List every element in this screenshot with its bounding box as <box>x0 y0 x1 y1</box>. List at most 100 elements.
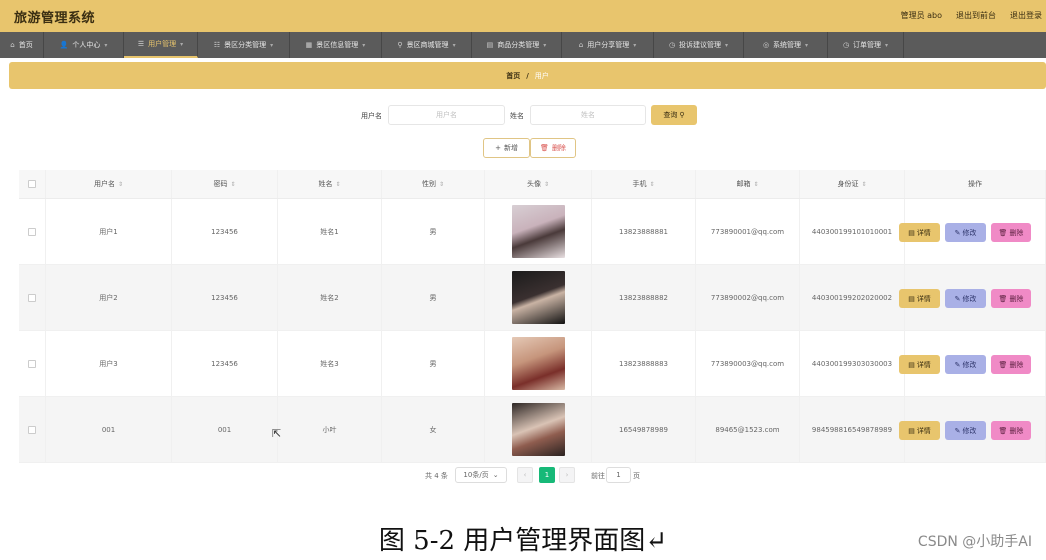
cell-name: 姓名3 <box>278 331 382 396</box>
cell-phone: 16549878989 <box>592 397 696 462</box>
edit-button[interactable]: ✎ 修改 <box>945 421 986 440</box>
table-row: 用户3 123456 姓名3 男 13823888883 773890003@qq.com… <box>19 331 1046 397</box>
trash-icon: 🗑 <box>998 426 1008 435</box>
bank-icon: ⌂ <box>578 41 584 49</box>
clock-icon: ◷ <box>668 41 676 49</box>
nav-item-8[interactable]: ◷ 投诉建议管理 ▾ <box>654 32 744 58</box>
nav-item-6[interactable]: ▤ 商品分类管理 ▾ <box>472 32 562 58</box>
nav-item-7[interactable]: ⌂ 用户分享管理 ▾ <box>562 32 654 58</box>
cell-avatar <box>485 265 592 330</box>
detail-button[interactable]: ▤ 详情 <box>899 223 940 242</box>
detail-button[interactable]: ▤ 详情 <box>899 355 940 374</box>
sort-icon[interactable]: ⇕ <box>544 181 549 188</box>
chevron-down-icon: ▾ <box>270 41 274 49</box>
page-size-select[interactable]: 10条/页 ⌄ <box>455 467 507 483</box>
detail-button-label: 详情 <box>916 228 931 237</box>
page-number-button[interactable]: 1 <box>539 467 555 483</box>
nav-item-1[interactable]: 👤 个人中心 ▾ <box>44 32 124 58</box>
column-header[interactable]: 头像 ⇕ <box>485 170 592 198</box>
select-all-checkbox[interactable] <box>28 180 36 188</box>
next-page-button[interactable]: › <box>559 467 575 483</box>
nav-item-4[interactable]: ▦ 景区信息管理 ▾ <box>290 32 382 58</box>
nav-item-2[interactable]: ☰ 用户管理 ▾ <box>124 32 198 58</box>
chart-icon: ▦ <box>305 41 313 49</box>
top-bar: 旅游管理系统 管理员 abo 退出到前台 退出登录 <box>0 0 1046 32</box>
detail-button-label: 详情 <box>916 360 931 369</box>
row-checkbox[interactable] <box>28 293 36 302</box>
column-header-label: 头像 <box>526 180 541 188</box>
trash-icon: 🗑 <box>998 294 1008 303</box>
cell-id_card: 984598816549878989 <box>800 397 905 462</box>
cell-username: 用户1 <box>46 199 172 264</box>
column-header[interactable]: 用户名 ⇕ <box>46 170 172 198</box>
sort-icon[interactable]: ⇕ <box>118 181 123 188</box>
cell-id_card: 440300199202020002 <box>800 265 905 330</box>
cell-email: 773890001@qq.com <box>696 199 800 264</box>
column-header[interactable]: 姓名 ⇕ <box>278 170 382 198</box>
remove-button[interactable]: 🗑 删除 <box>991 289 1031 308</box>
avatar-image <box>511 403 565 456</box>
chevron-down-icon: ▾ <box>725 41 729 49</box>
nav-item-10[interactable]: ◷ 订单管理 ▾ <box>828 32 904 58</box>
edit-button[interactable]: ✎ 修改 <box>945 289 986 308</box>
nav-item-9[interactable]: ◎ 系统管理 ▾ <box>744 32 828 58</box>
cell-gender: 男 <box>382 331 485 396</box>
chevron-down-icon: ▾ <box>362 41 366 49</box>
search-button[interactable]: 查询 ⚲ <box>651 105 697 125</box>
trash-icon: 🗑 <box>540 144 549 152</box>
avatar-image <box>511 205 565 258</box>
home-icon: ⌂ <box>10 41 15 49</box>
detail-button[interactable]: ▤ 详情 <box>899 421 940 440</box>
detail-button-label: 详情 <box>916 426 931 435</box>
logout-link[interactable]: 退出登录 <box>1010 10 1042 21</box>
edit-button[interactable]: ✎ 修改 <box>945 223 986 242</box>
avatar-image <box>511 271 565 324</box>
sort-icon[interactable]: ⇕ <box>649 181 654 188</box>
remove-button[interactable]: 🗑 删除 <box>991 223 1031 242</box>
column-header[interactable]: 邮箱 ⇕ <box>696 170 800 198</box>
admin-label: 管理员 abo <box>900 11 942 20</box>
detail-button[interactable]: ▤ 详情 <box>899 289 940 308</box>
name-input[interactable]: 姓名 <box>530 105 646 125</box>
table-row: 001 001 小叶女 16549878989 89465@1523.com 984598… <box>19 397 1046 463</box>
row-checkbox[interactable] <box>28 227 36 236</box>
edit-button[interactable]: ✎ 修改 <box>945 355 986 374</box>
column-header[interactable]: 性别 ⇕ <box>382 170 485 198</box>
sort-icon[interactable]: ⇕ <box>439 181 444 188</box>
remove-button-label: 删除 <box>1009 294 1024 303</box>
sort-icon[interactable]: ⇕ <box>230 181 235 188</box>
sort-icon[interactable]: ⇕ <box>335 181 340 188</box>
column-header[interactable]: 密码 ⇕ <box>172 170 278 198</box>
breadcrumb-home[interactable]: 首页 <box>506 71 520 81</box>
remove-button[interactable]: 🗑 删除 <box>991 421 1031 440</box>
page-size-value: 10条/页 <box>463 471 489 479</box>
add-button[interactable]: + 新增 <box>483 138 530 158</box>
cell-name: 小叶 <box>278 397 382 462</box>
sliders-icon: ☷ <box>213 41 221 49</box>
prev-page-button[interactable]: ‹ <box>517 467 533 483</box>
nav-item-5[interactable]: ⚲ 景区商城管理 ▾ <box>382 32 472 58</box>
chevron-down-icon: ▾ <box>885 41 889 49</box>
file-icon: ▤ <box>908 426 915 435</box>
cell-avatar <box>485 331 592 396</box>
pagination-total: 共 4 条 <box>425 472 448 480</box>
chevron-right-icon: › <box>565 471 569 479</box>
remove-button[interactable]: 🗑 删除 <box>991 355 1031 374</box>
cell-phone: 13823888882 <box>592 265 696 330</box>
search-button-label: 查询 <box>663 111 678 119</box>
mouse-cursor-icon: ⇱ <box>272 427 282 440</box>
goto-page-input[interactable]: 1 <box>606 467 631 483</box>
username-input[interactable]: 用户名 <box>388 105 505 125</box>
column-header[interactable]: 身份证 ⇕ <box>800 170 905 198</box>
sort-icon[interactable]: ⇕ <box>861 181 866 188</box>
frontend-link[interactable]: 退出到前台 <box>956 10 996 21</box>
row-checkbox[interactable] <box>28 425 36 434</box>
grid-icon: ▤ <box>486 41 494 49</box>
sort-icon[interactable]: ⇕ <box>753 181 758 188</box>
delete-button[interactable]: 🗑 删除 <box>530 138 576 158</box>
nav-item-0[interactable]: ⌂ 首页 <box>0 32 44 58</box>
nav-item-3[interactable]: ☷ 景区分类管理 ▾ <box>198 32 290 58</box>
breadcrumb-separator: / <box>526 71 529 80</box>
column-header[interactable]: 手机 ⇕ <box>592 170 696 198</box>
row-checkbox[interactable] <box>28 359 36 368</box>
